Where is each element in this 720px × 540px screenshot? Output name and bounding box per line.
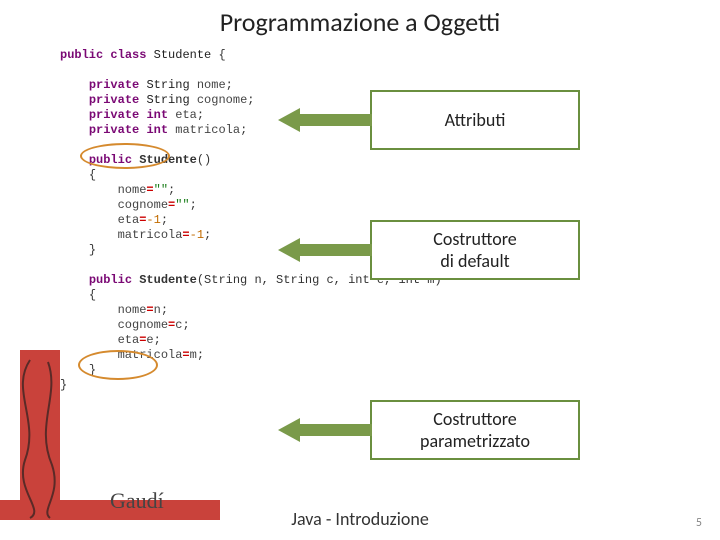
- arrow-icon: [278, 415, 372, 445]
- slide-title: Programmazione a Oggetti: [0, 0, 720, 38]
- page-number: 5: [696, 516, 702, 530]
- callout-label: Costruttore: [378, 408, 572, 430]
- callout-label: di default: [378, 250, 572, 272]
- arrow-icon: [278, 105, 372, 135]
- callout-param-constructor: Costruttore parametrizzato: [370, 400, 580, 460]
- callout-attributes: Attributi: [370, 90, 580, 150]
- callout-label: Attributi: [378, 109, 572, 131]
- callout-default-constructor: Costruttore di default: [370, 220, 580, 280]
- callout-label: Costruttore: [378, 228, 572, 250]
- footer-label: Java - Introduzione: [0, 508, 720, 530]
- highlight-circle-icon: [80, 143, 170, 169]
- callout-label: parametrizzato: [378, 430, 572, 452]
- arrow-icon: [278, 235, 372, 265]
